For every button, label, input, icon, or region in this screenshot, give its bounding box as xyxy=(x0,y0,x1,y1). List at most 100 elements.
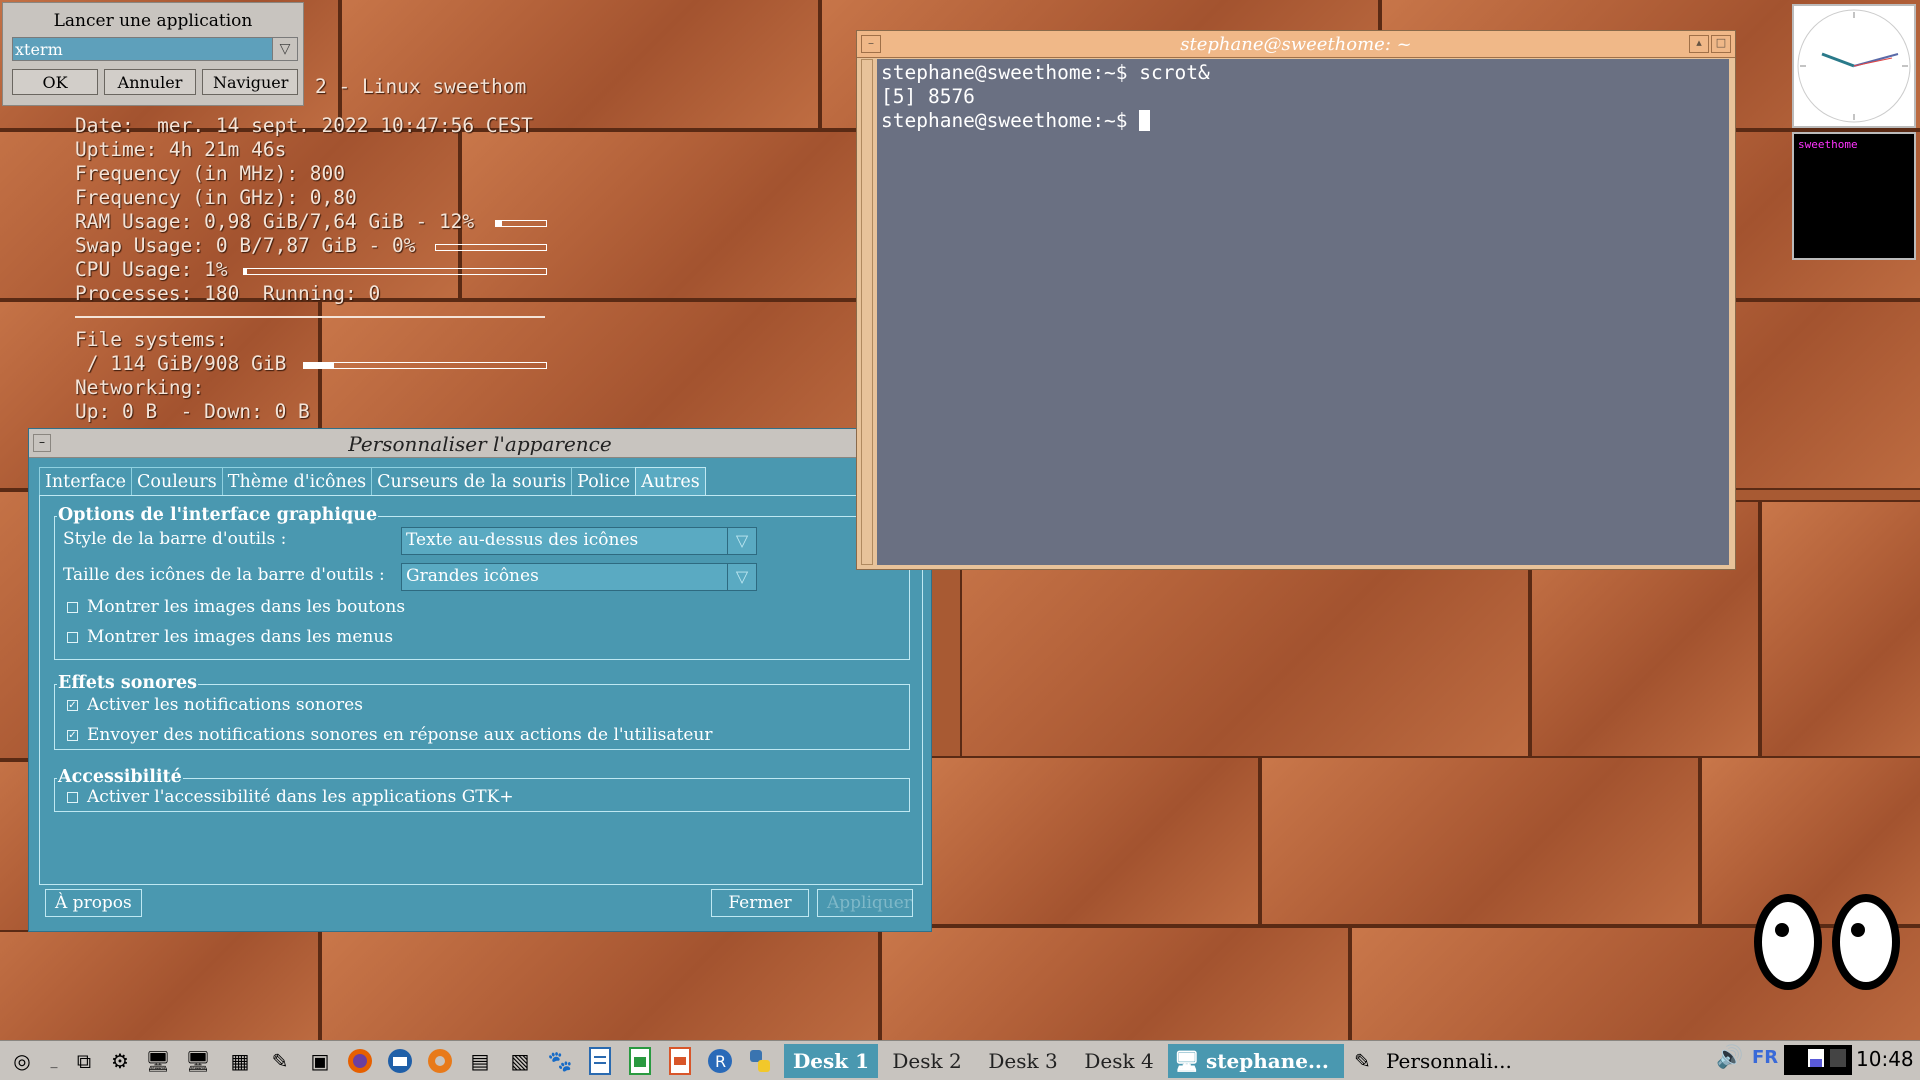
calc-icon[interactable] xyxy=(624,1047,656,1075)
checkbox-box[interactable] xyxy=(67,601,78,613)
tab-interface[interactable]: Interface xyxy=(39,467,133,495)
desk-2[interactable]: Desk 2 xyxy=(880,1044,974,1078)
chevron-down-icon[interactable]: ▽ xyxy=(727,528,756,554)
computer-icon: 🖥 xyxy=(1174,1049,1200,1073)
terminal-screen[interactable]: stephane@sweethome:~$ scrot& [5] 8576 st… xyxy=(877,59,1729,565)
lifebuoy-icon[interactable] xyxy=(424,1047,456,1075)
conky-net-title: Networking: xyxy=(75,376,205,399)
dialog-title: Personnaliser l'apparence xyxy=(348,432,612,456)
group-gui-title: Options de l'interface graphique xyxy=(57,505,379,525)
taskbar: ◎ _ ⧉ ⚙ 🖥 🖥 ▦ ✎ ▣ ▤ ▧ 🐾 R Desk 1 Desk 2 … xyxy=(0,1040,1920,1080)
tab-icon-theme[interactable]: Thème d'icônes xyxy=(221,467,373,495)
about-button[interactable]: À propos xyxy=(45,889,142,917)
menu-images-checkbox[interactable]: Montrer les images dans les menus xyxy=(67,627,393,647)
clock-time: 10:48 xyxy=(1856,1047,1914,1071)
toolbar-style-value: Texte au-dessus des icônes xyxy=(406,530,639,550)
sound-notifications-checkbox[interactable]: ✓ Activer les notifications sonores xyxy=(67,695,363,715)
terminal-prompt-row: stephane@sweethome:~$ xyxy=(881,109,1725,133)
tab-mouse-cursors[interactable]: Curseurs de la souris xyxy=(371,467,573,495)
writer-icon[interactable] xyxy=(584,1047,616,1075)
button-images-label: Montrer les images dans les boutons xyxy=(87,597,406,617)
screenshot-icon[interactable]: ▧ xyxy=(504,1047,536,1075)
swap-bar xyxy=(435,244,547,251)
tab-font[interactable]: Police xyxy=(571,467,637,495)
notes-icon[interactable]: ▤ xyxy=(464,1047,496,1075)
analog-clock xyxy=(1792,4,1916,128)
ram-bar-fill xyxy=(496,221,502,226)
r-icon[interactable]: R xyxy=(704,1047,736,1075)
pager-mini-icon[interactable] xyxy=(1784,1045,1852,1080)
conky-net: Up: 0 B - Down: 0 B xyxy=(75,400,310,423)
python-icon[interactable] xyxy=(744,1047,776,1075)
monitor-icon[interactable]: 🖥 xyxy=(182,1047,214,1075)
toolbar-style-label: Style de la barre d'outils : xyxy=(63,529,287,549)
task-xterm[interactable]: 🖥 stephane... xyxy=(1168,1044,1344,1078)
conky-swap: Swap Usage: 0 B/7,87 GiB - 0% xyxy=(75,234,416,257)
close-button[interactable]: Fermer xyxy=(711,889,809,917)
browse-button[interactable]: Naviguer xyxy=(202,69,298,95)
accessibility-label: Activer l'accessibilité dans les applica… xyxy=(87,787,514,807)
clock-face-icon xyxy=(1797,9,1911,123)
editor-icon[interactable]: ✎ xyxy=(264,1047,296,1075)
settings-icon[interactable]: ⚙ xyxy=(104,1047,136,1075)
chevron-down-icon[interactable]: ▽ xyxy=(727,564,756,590)
terminal-line: [5] 8576 xyxy=(881,85,975,108)
terminal-cursor xyxy=(1139,110,1151,131)
cpu-bar xyxy=(243,268,547,275)
thunderbird-icon[interactable] xyxy=(384,1047,416,1075)
volume-icon[interactable]: 🔊 xyxy=(1716,1045,1743,1070)
calculator-icon[interactable]: ▦ xyxy=(224,1047,256,1075)
impress-icon[interactable] xyxy=(664,1047,696,1075)
cancel-button[interactable]: Annuler xyxy=(104,69,196,95)
maximize-icon[interactable]: □ xyxy=(1711,35,1731,53)
conky-cpu-row: CPU Usage: 1% xyxy=(75,258,555,282)
desk-1[interactable]: Desk 1 xyxy=(784,1044,878,1078)
accessibility-checkbox[interactable]: Activer l'accessibilité dans les applica… xyxy=(67,787,514,807)
sound-actions-checkbox[interactable]: ✓ Envoyer des notifications sonores en ré… xyxy=(67,725,713,745)
apply-button[interactable]: Appliquer xyxy=(817,889,913,917)
tab-colors[interactable]: Couleurs xyxy=(131,467,223,495)
desk-4[interactable]: Desk 4 xyxy=(1072,1044,1166,1078)
group-access-title: Accessibilité xyxy=(57,767,183,787)
minimize-all-icon[interactable]: _ xyxy=(38,1047,70,1075)
conky-divider xyxy=(75,316,545,318)
terminal-icon[interactable]: ▣ xyxy=(304,1047,336,1075)
tab-panel: Options de l'interface graphique Style d… xyxy=(39,495,923,885)
button-images-checkbox[interactable]: Montrer les images dans les boutons xyxy=(67,597,405,617)
checkbox-checked[interactable]: ✓ xyxy=(67,699,78,711)
chevron-down-icon[interactable]: ▽ xyxy=(272,38,297,60)
toolbar-size-select[interactable]: Grandes icônes ▽ xyxy=(401,563,757,591)
xterm-titlebar[interactable]: – stephane@sweethome: ~ ▴ □ xyxy=(857,31,1735,58)
xterm-window: – stephane@sweethome: ~ ▴ □ stephane@swe… xyxy=(856,30,1736,570)
appearance-icon: ✎ xyxy=(1354,1049,1371,1073)
keyboard-layout[interactable]: FR xyxy=(1752,1047,1778,1068)
task-appearance-label: Personnali... xyxy=(1386,1049,1512,1073)
checkbox-checked[interactable]: ✓ xyxy=(67,729,78,741)
xterm-scrollbar[interactable] xyxy=(861,59,873,565)
conky-uptime: Uptime: 4h 21m 46s xyxy=(75,138,287,161)
desk-3[interactable]: Desk 3 xyxy=(976,1044,1070,1078)
launcher-combo[interactable]: ▽ xyxy=(12,37,298,61)
computer-icon[interactable]: 🖥 xyxy=(142,1047,174,1075)
gimp-icon[interactable]: 🐾 xyxy=(544,1047,576,1075)
windows-icon[interactable]: ⧉ xyxy=(68,1047,100,1075)
menu-icon[interactable]: ◎ xyxy=(6,1047,38,1075)
xeyes-icon xyxy=(1754,894,1900,990)
ok-button[interactable]: OK xyxy=(12,69,98,95)
fs-bar xyxy=(303,362,547,369)
task-appearance[interactable]: ✎ Personnali... xyxy=(1348,1044,1524,1078)
firefox-icon[interactable] xyxy=(344,1047,376,1075)
toolbar-style-select[interactable]: Texte au-dessus des icônes ▽ xyxy=(401,527,757,555)
appearance-dialog: – Personnaliser l'apparence Interface Co… xyxy=(28,428,932,932)
conky-freq-mhz: Frequency (in MHz): 800 xyxy=(75,162,346,185)
launcher-input[interactable] xyxy=(13,38,275,60)
dialog-titlebar[interactable]: – Personnaliser l'apparence xyxy=(29,429,931,458)
restore-icon[interactable]: ▴ xyxy=(1689,35,1709,53)
tab-other[interactable]: Autres xyxy=(635,467,706,495)
group-accessibility: Accessibilité Activer l'accessibilité da… xyxy=(54,767,910,812)
checkbox-box[interactable] xyxy=(67,791,78,803)
desktop-pager[interactable]: sweethome xyxy=(1792,132,1916,260)
checkbox-box[interactable] xyxy=(67,631,78,643)
ram-bar xyxy=(495,220,547,227)
conky-ram: RAM Usage: 0,98 GiB/7,64 GiB - 12% xyxy=(75,210,475,233)
